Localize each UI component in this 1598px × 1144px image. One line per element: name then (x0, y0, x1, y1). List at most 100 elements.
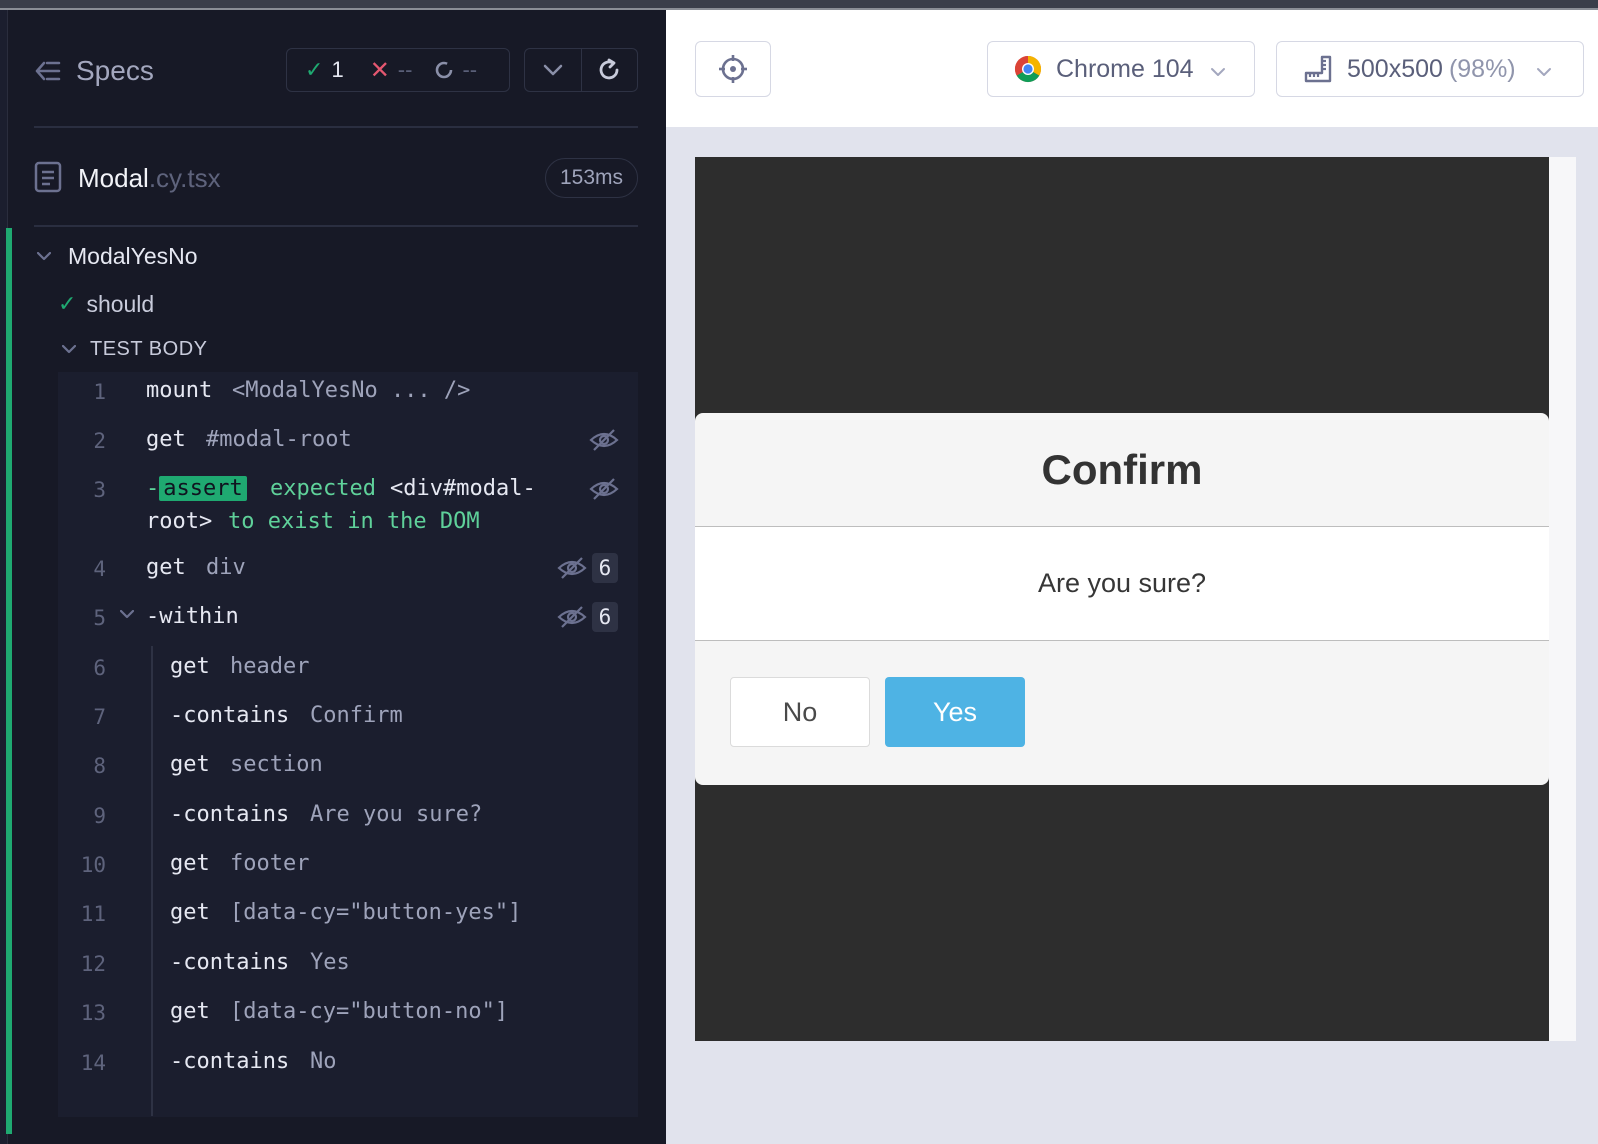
collapse-specs-icon[interactable] (34, 57, 62, 85)
aut-scroll-gutter (1549, 157, 1576, 1041)
test-row[interactable]: ✓ should (58, 286, 154, 322)
command-name: -contains (170, 950, 290, 975)
command-name: -contains (170, 802, 290, 827)
test-body-label: TEST BODY (90, 337, 208, 360)
command-arg: No (310, 1049, 337, 1074)
command-number: 12 (80, 952, 106, 976)
failed-count: -- (397, 57, 413, 82)
element-count-badge: 6 (592, 602, 618, 632)
chrome-icon (1014, 55, 1042, 83)
command-number: 2 (93, 429, 106, 453)
test-stats: ✓ 1 ✕ -- -- (286, 48, 510, 92)
window-top-border (0, 0, 1598, 10)
element-count-badge: 6 (592, 553, 618, 583)
viewport-zoom: (98%) (1448, 54, 1516, 83)
refresh-icon (599, 58, 619, 80)
passed-check-icon: ✓ (58, 291, 77, 316)
passed-indicator-rail (6, 228, 12, 1134)
command-number: 10 (80, 853, 106, 877)
command-number: 14 (80, 1051, 106, 1075)
divider (34, 126, 638, 128)
specs-header[interactable]: Specs (34, 48, 154, 94)
modal-footer: No Yes (695, 641, 1549, 785)
eye-slash-icon (588, 427, 620, 453)
command-arg: #modal-root (206, 427, 352, 452)
chevron-down-icon[interactable] (118, 610, 136, 619)
command-number: 9 (93, 804, 106, 828)
spec-file-ext: .cy.tsx (148, 162, 221, 193)
command-arg: <ModalYesNo ... /> (232, 378, 471, 403)
test-body-header[interactable]: TEST BODY (60, 334, 208, 364)
command-number: 4 (93, 557, 106, 581)
command-name: -contains (170, 703, 290, 728)
assert-message-cont: to exist in the DOM (228, 509, 480, 534)
test-title: should (86, 290, 155, 317)
command-arg: header (230, 654, 310, 679)
command-number: 11 (80, 902, 106, 926)
passed-count: 1 (331, 57, 344, 82)
command-number: 1 (93, 380, 106, 404)
command-log: 1 mount <ModalYesNo ... /> 2 get #modal-… (58, 372, 638, 1117)
expand-all-button[interactable] (525, 49, 582, 91)
command-name: get (170, 654, 210, 679)
assert-row[interactable]: 3 - assert expected <div#modal- root> to … (58, 476, 638, 546)
spec-file-name: Modal (78, 162, 149, 193)
specs-title: Specs (76, 55, 154, 86)
chevron-down-icon[interactable] (60, 344, 78, 354)
browser-select[interactable]: Chrome 104 (987, 41, 1255, 97)
command-name: -within (146, 604, 239, 629)
chevron-down-icon (1210, 55, 1226, 84)
suite-row[interactable]: ModalYesNo (34, 236, 198, 276)
selector-playground-button[interactable] (695, 41, 771, 97)
command-number: 8 (93, 754, 106, 778)
spec-duration-badge: 153ms (544, 158, 638, 198)
assert-subject-cont: root> (146, 509, 213, 534)
run-controls (524, 48, 638, 92)
command-name: get (146, 555, 186, 580)
suite-title: ModalYesNo (68, 242, 198, 269)
browser-label: Chrome 104 (1056, 54, 1194, 83)
command-arg: Yes (310, 950, 350, 975)
command-number: 7 (93, 705, 106, 729)
command-number: 3 (93, 478, 106, 502)
command-name: mount (146, 378, 213, 403)
ruler-icon (1303, 54, 1333, 84)
command-arg: div (206, 555, 246, 580)
command-name: get (146, 427, 186, 452)
eye-slash-icon (556, 604, 588, 630)
spec-file-row[interactable]: Modal .cy.tsx 153ms (34, 156, 638, 200)
pending-count: -- (462, 57, 478, 82)
crosshair-icon (719, 55, 747, 83)
modal-dialog: Confirm Are you sure? No Yes (695, 413, 1549, 785)
divider (34, 225, 638, 227)
command-name: get (170, 999, 210, 1024)
assert-tag: assert (159, 476, 247, 501)
yes-button[interactable]: Yes (885, 677, 1025, 747)
command-number: 5 (93, 606, 106, 630)
assert-subject: <div#modal- (390, 476, 536, 501)
assert-prefix: - (146, 476, 160, 501)
command-arg: Are you sure? (310, 802, 483, 827)
app-under-test: Confirm Are you sure? No Yes (695, 157, 1549, 1041)
passed-check-icon: ✓ (305, 57, 324, 82)
chevron-down-icon[interactable] (34, 251, 54, 261)
command-arg: footer (230, 851, 310, 876)
document-icon (34, 161, 64, 195)
eye-slash-icon (588, 476, 620, 502)
command-name: get (170, 900, 210, 925)
chevron-down-icon (1536, 55, 1552, 84)
command-arg: section (230, 752, 323, 777)
viewport-select[interactable]: 500x500 (98%) (1276, 41, 1584, 97)
chevron-down-icon (543, 64, 562, 76)
command-name: get (170, 851, 210, 876)
viewport-size: 500x500 (1347, 54, 1443, 83)
command-arg: [data-cy="button-yes"] (230, 900, 522, 925)
no-button[interactable]: No (730, 677, 870, 747)
command-arg: Confirm (310, 703, 403, 728)
modal-header: Confirm (695, 413, 1549, 527)
command-number: 6 (93, 656, 106, 680)
rerun-button[interactable] (582, 49, 638, 91)
pending-spinner-icon (434, 60, 454, 80)
command-name: get (170, 752, 210, 777)
modal-body: Are you sure? (695, 527, 1549, 641)
